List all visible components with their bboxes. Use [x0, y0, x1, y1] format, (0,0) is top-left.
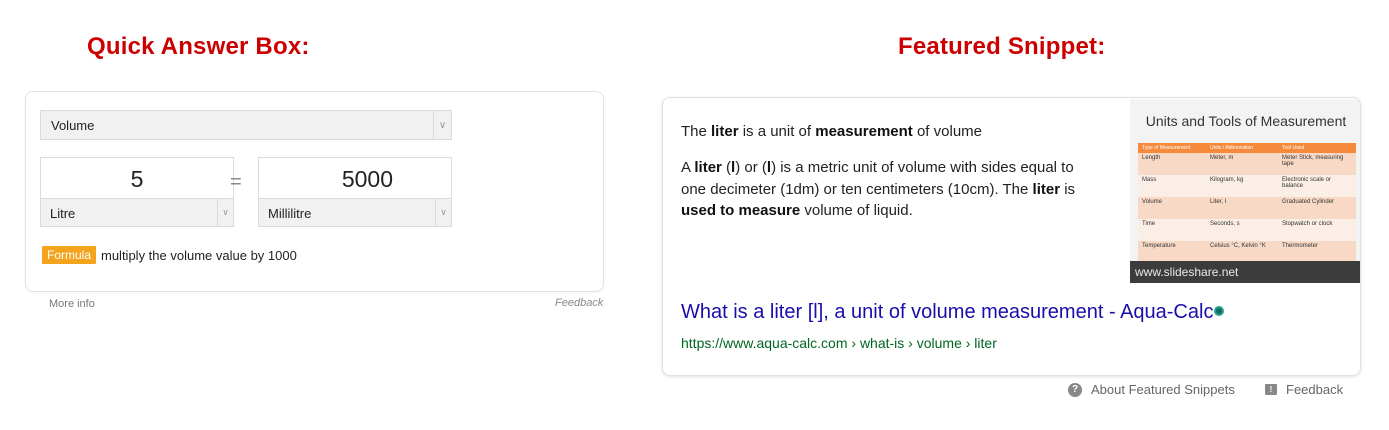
table-cell: Meter, m [1210, 155, 1234, 161]
table-cell: Kilogram, kg [1210, 177, 1244, 183]
image-table-header: Type of Measurement Units / Abbreviation… [1138, 143, 1356, 153]
table-row: Length Meter, m Meter Stick, measuring t… [1138, 153, 1356, 175]
verified-icon [1214, 306, 1225, 316]
text-run: ( [721, 159, 732, 176]
table-cell: Meter Stick, measuring tape [1282, 155, 1344, 167]
result-title-link[interactable]: What is a liter [l], a unit of volume me… [681, 301, 1225, 324]
table-cell: Stopwatch or clock [1282, 221, 1333, 227]
about-label: About Featured Snippets [1091, 382, 1235, 397]
from-unit-select[interactable]: Litre ∨ [41, 198, 233, 226]
image-table: Type of Measurement Units / Abbreviation… [1138, 143, 1356, 263]
chevron-down-icon: ∨ [217, 199, 233, 226]
to-unit-label: Millilitre [268, 206, 312, 221]
chevron-down-icon: ∨ [435, 199, 451, 226]
formula-badge: Formula [42, 246, 97, 264]
text-run-bold: measurement [815, 123, 913, 140]
from-unit-box: 5 Litre ∨ [40, 157, 234, 227]
table-cell: Electronic scale or balance [1282, 177, 1332, 189]
table-row: Mass Kilogram, kg Electronic scale or ba… [1138, 175, 1356, 197]
from-unit-label: Litre [50, 206, 76, 221]
table-header-cell: Type of Measurement [1142, 145, 1191, 151]
text-run-bold: used to measure [681, 202, 801, 219]
featured-snippet-feedback-link[interactable]: ! Feedback [1265, 382, 1343, 397]
category-select-value: Volume [51, 118, 95, 133]
snippet-lead-text: The liter is a unit of measurement of vo… [681, 123, 982, 140]
featured-snippet-heading: Featured Snippet: [898, 33, 1106, 60]
table-cell: Thermometer [1282, 243, 1319, 249]
text-run: is [1060, 180, 1076, 198]
table-cell: Time [1142, 221, 1156, 227]
text-run-bold: liter [694, 159, 722, 176]
table-row: Time Seconds, s Stopwatch or clock [1138, 219, 1356, 241]
table-row: Volume Liter, l Graduated Cylinder [1138, 197, 1356, 219]
to-value-input[interactable]: 5000 [259, 166, 451, 198]
table-cell: Seconds, s [1210, 221, 1240, 227]
text-run: volume of liquid. [800, 202, 913, 219]
image-source-caption: www.slideshare.net [1130, 261, 1360, 283]
help-icon: ? [1068, 382, 1082, 397]
table-cell: Celsius °C, Kelvin °K [1210, 243, 1266, 249]
about-featured-snippets-link[interactable]: ? About Featured Snippets [1068, 382, 1235, 397]
table-cell: Liter, l [1210, 199, 1227, 205]
text-run: of volume [912, 123, 982, 140]
table-cell: Graduated Cylinder [1282, 199, 1335, 205]
text-run-bold: liter [711, 123, 739, 140]
to-unit-box: 5000 Millilitre ∨ [258, 157, 452, 227]
image-title: Units and Tools of Measurement [1145, 113, 1347, 129]
from-value-input[interactable]: 5 [41, 166, 233, 198]
snippet-thumbnail-image[interactable]: Units and Tools of Measurement Type of M… [1130, 99, 1360, 283]
chevron-down-icon: ∨ [433, 111, 451, 139]
text-run: is a unit of [738, 123, 816, 140]
table-cell: Temperature [1142, 243, 1176, 249]
quick-answer-heading: Quick Answer Box: [87, 33, 310, 60]
equals-sign: = [230, 171, 242, 193]
table-cell: Volume [1142, 199, 1163, 205]
table-cell: Length [1142, 155, 1161, 161]
result-url[interactable]: https://www.aqua-calc.com › what-is › vo… [681, 335, 997, 351]
table-row: Temperature Celsius °C, Kelvin °K Thermo… [1138, 241, 1356, 263]
text-run: ) or ( [735, 159, 767, 176]
text-run: The [681, 123, 712, 140]
formula-text: multiply the volume value by 1000 [101, 248, 297, 263]
feedback-icon: ! [1265, 384, 1277, 395]
feedback-label: Feedback [1286, 382, 1344, 397]
table-header-cell: Units / Abbreviation [1210, 145, 1254, 151]
result-title-text: What is a liter [l], a unit of volume me… [681, 301, 1214, 323]
featured-snippet-card: The liter is a unit of measurement of vo… [662, 97, 1361, 376]
table-header-cell: Tool Used [1282, 145, 1305, 151]
to-unit-select[interactable]: Millilitre ∨ [259, 198, 451, 226]
snippet-body-text: A liter (l) or (l) is a metric unit of v… [681, 157, 1076, 222]
table-cell: Mass [1142, 177, 1157, 183]
quick-answer-box: Volume ∨ 5 Litre ∨ = 5000 Millilitre ∨ F… [25, 91, 604, 292]
quick-answer-feedback-link[interactable]: Feedback [555, 297, 603, 309]
more-info-link[interactable]: More info [49, 298, 95, 310]
text-run-bold: liter [1032, 180, 1061, 198]
text-run: A [681, 159, 695, 176]
category-select[interactable]: Volume ∨ [40, 110, 452, 140]
